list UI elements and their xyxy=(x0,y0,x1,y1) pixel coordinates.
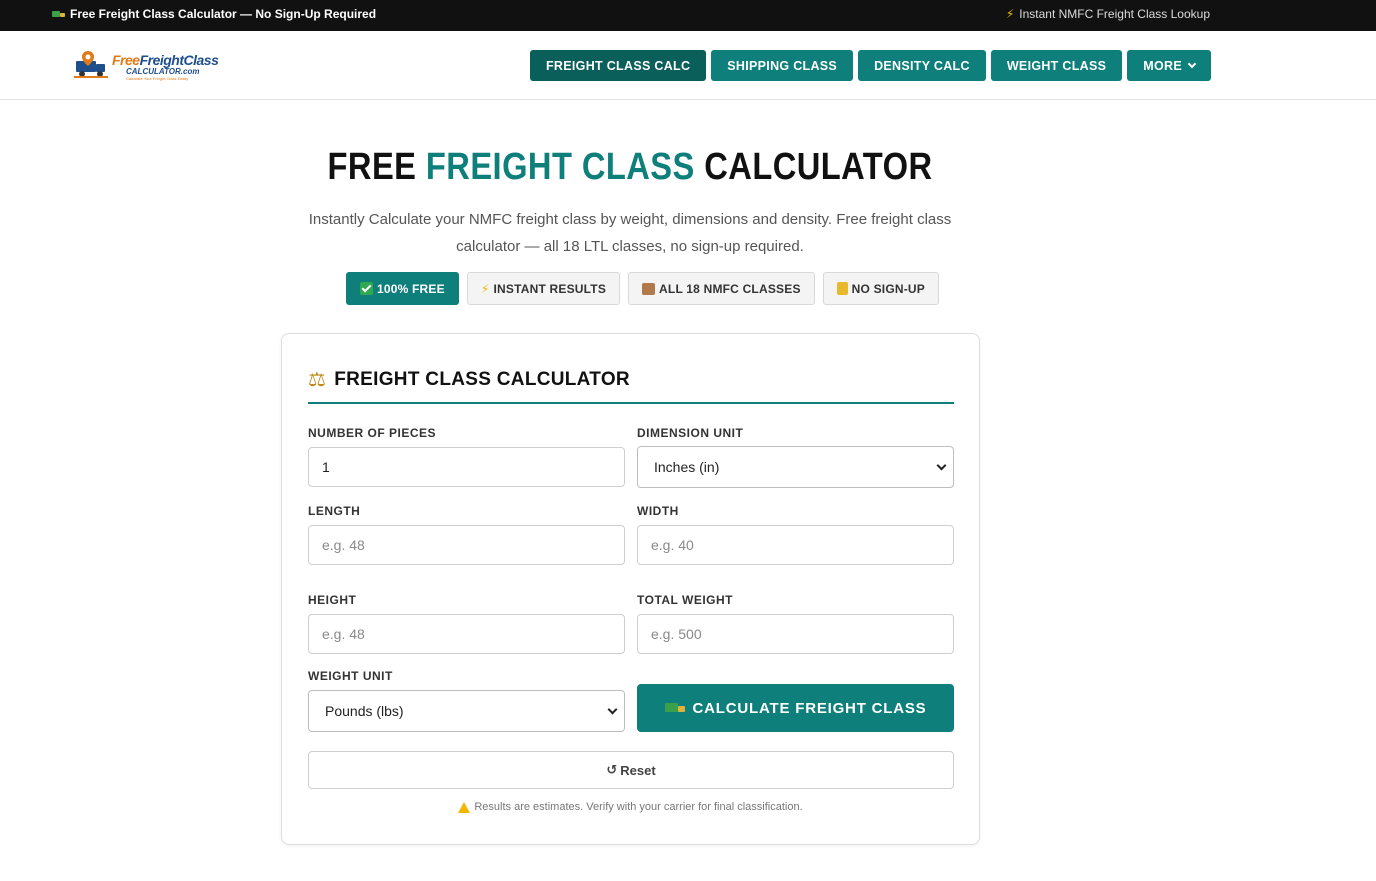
truck-logo-icon xyxy=(74,51,108,78)
height-label: HEIGHT xyxy=(308,593,357,607)
dimension-unit-select[interactable]: Inches (in) xyxy=(637,446,954,488)
site-logo[interactable]: FreeFreightClass CALCULATOR.com Calculat… xyxy=(74,45,224,85)
nav-freight-class-calc[interactable]: FREIGHT CLASS CALC xyxy=(530,50,707,81)
weight-unit-label: WEIGHT UNIT xyxy=(308,669,393,683)
lock-icon xyxy=(836,282,848,295)
width-input[interactable]: e.g. 40 xyxy=(637,525,954,565)
logo-wordmark: FreeFreightClass xyxy=(112,52,219,68)
length-label: LENGTH xyxy=(308,504,361,518)
weight-unit-select[interactable]: Pounds (lbs) xyxy=(308,690,625,732)
site-header: FreeFreightClass CALCULATOR.com Calculat… xyxy=(0,31,1376,100)
lightning-icon: ⚡ xyxy=(1005,7,1015,21)
height-input[interactable]: e.g. 48 xyxy=(308,614,625,654)
total-weight-label: TOTAL WEIGHT xyxy=(637,593,733,607)
feature-badges: 100% FREE ⚡ INSTANT RESULTS ALL 18 NMFC … xyxy=(346,272,939,305)
calculate-button[interactable]: CALCULATE FREIGHT CLASS xyxy=(637,684,954,732)
nav-density-calc[interactable]: DENSITY CALC xyxy=(858,50,986,81)
top-bar-left: Free Freight Class Calculator — No Sign-… xyxy=(52,7,376,21)
warning-icon xyxy=(458,801,471,813)
reset-button[interactable]: ↺ Reset xyxy=(308,751,954,789)
dimension-unit-label: DIMENSION UNIT xyxy=(637,426,744,440)
checkmark-icon xyxy=(360,282,373,295)
chevron-down-icon xyxy=(607,704,618,715)
top-bar-right: ⚡ Instant NMFC Freight Class Lookup xyxy=(1006,7,1210,21)
logo-domain: CALCULATOR.com xyxy=(126,67,200,76)
top-bar-right-text: Instant NMFC Freight Class Lookup xyxy=(1019,7,1210,21)
nav-weight-class[interactable]: WEIGHT CLASS xyxy=(990,50,1123,81)
chevron-down-icon xyxy=(936,460,947,471)
pieces-label: NUMBER OF PIECES xyxy=(308,426,437,440)
disclaimer-note: Results are estimates. Verify with your … xyxy=(282,801,979,813)
calculator-card: ⚖ FREIGHT CLASS CALCULATOR NUMBER OF PIE… xyxy=(281,333,980,845)
scales-icon: ⚖ xyxy=(308,369,327,391)
badge-no-signup: NO SIGN-UP xyxy=(822,272,939,305)
calculator-title: ⚖ FREIGHT CLASS CALCULATOR xyxy=(308,368,630,392)
page-title: FREE FREIGHT CLASS CALCULATOR xyxy=(327,146,933,188)
title-divider xyxy=(308,402,954,404)
nav-shipping-class[interactable]: SHIPPING CLASS xyxy=(711,50,854,81)
lightning-icon: ⚡ xyxy=(480,281,490,296)
reset-icon: ↺ xyxy=(606,762,618,777)
total-weight-input[interactable]: e.g. 500 xyxy=(637,614,954,654)
page-subtitle: Instantly Calculate your NMFC freight cl… xyxy=(308,211,952,255)
length-input[interactable]: e.g. 48 xyxy=(308,525,625,565)
nav-more-dropdown[interactable]: MORE xyxy=(1127,50,1211,81)
badge-instant-results: ⚡ INSTANT RESULTS xyxy=(466,272,621,305)
logo-tagline: Calculate Your Freight Class Easily xyxy=(126,76,189,81)
top-announcement-bar: Free Freight Class Calculator — No Sign-… xyxy=(0,0,1376,31)
truck-icon xyxy=(664,701,685,715)
top-bar-left-text: Free Freight Class Calculator — No Sign-… xyxy=(70,7,377,21)
package-icon xyxy=(642,282,656,295)
pieces-input[interactable]: 1 xyxy=(308,447,625,487)
badge-free: 100% FREE xyxy=(346,272,459,305)
badge-all-classes: ALL 18 NMFC CLASSES xyxy=(628,272,815,305)
width-label: WIDTH xyxy=(637,504,679,518)
chevron-down-icon xyxy=(1187,59,1197,68)
truck-icon xyxy=(52,10,65,19)
main-navigation: FREIGHT CLASS CALC SHIPPING CLASS DENSIT… xyxy=(530,50,1211,81)
